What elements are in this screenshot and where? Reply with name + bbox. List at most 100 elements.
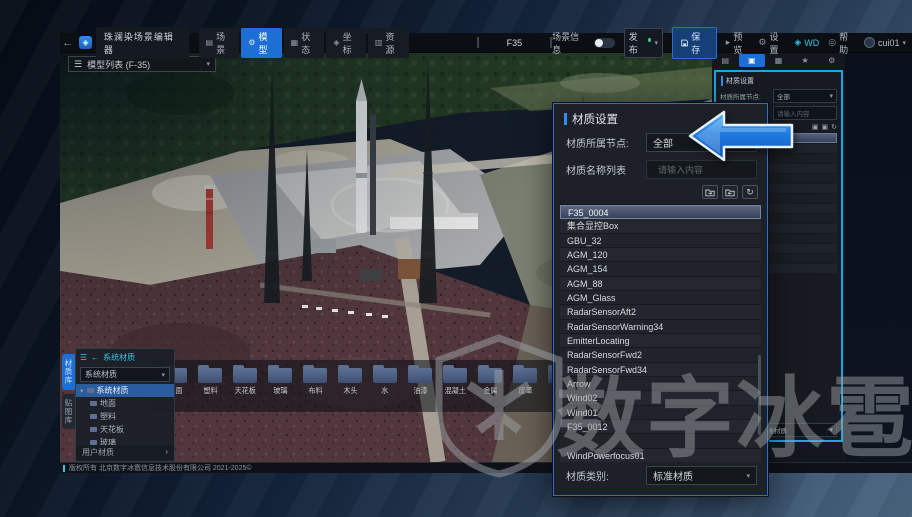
folder-icon [90,401,97,406]
material-list-item[interactable]: F35_0012 [560,420,761,434]
hamburger-icon[interactable]: ☰ [80,353,87,362]
material-list-item[interactable]: Wind01 [560,406,761,420]
folder-icon [373,368,397,383]
copyright-text: 版权所有 北京数字冰雹信息技术股份有限公司 2021-2025© [69,463,252,473]
tab-texture-library[interactable]: 贴图库 [62,394,75,430]
material-list-item[interactable]: RadarSensorFwd2 [560,348,761,362]
model-list-label: 模型列表 (F-35) [87,58,150,71]
tab-resources[interactable]: ▥资源 [368,28,409,58]
asset-folder[interactable]: 木头 [337,365,363,396]
status-dot [648,38,652,42]
tree-root-system-materials[interactable]: ▾ 系统材质 [76,384,174,397]
asset-folder[interactable]: 油漆 [407,365,433,396]
publish-dropdown[interactable]: 发布▾ [624,28,663,58]
material-list-item[interactable]: 集合显控Box [560,219,761,233]
export-icon[interactable]: ▣ [822,123,829,131]
app-logo-icon: ◈ [79,36,91,49]
folder-icon [268,368,292,383]
export-material-button[interactable] [722,185,738,199]
material-list-item[interactable]: AGM_Glass [560,291,761,305]
avatar [864,37,875,48]
asset-folder[interactable]: 皮革 [512,365,538,396]
tab-model[interactable]: ⚙模型 [241,28,281,58]
tree-item[interactable]: 天花板 [76,423,174,436]
collab-button[interactable]: ◈WD [794,37,819,48]
category-dropdown[interactable]: 标准材质▾ [757,423,837,437]
chevron-down-icon: ▾ [206,60,210,68]
refresh-button[interactable]: ↻ [742,185,758,199]
folder-icon [478,368,502,383]
divider [477,37,479,48]
tab-material-library[interactable]: 材质库 [62,354,75,390]
scene-info-toggle[interactable] [594,38,614,48]
panel-title: 材质设置 [564,111,618,127]
material-list-item[interactable]: Arrow [560,377,761,391]
tab-scene[interactable]: ▤场景 [199,28,240,58]
scrollbar[interactable] [758,355,761,435]
tree-item[interactable]: 塑料 [76,410,174,423]
node-dropdown[interactable]: 全部▾ [773,89,837,103]
library-header-title: 系统材质 [103,352,135,363]
refresh-icon[interactable]: ↻ [831,123,837,131]
chevron-right-icon: › [165,447,168,458]
folder-icon [513,368,537,383]
asset-folder[interactable]: 混凝土 [442,365,468,396]
tree-item[interactable]: 地面 [76,397,174,410]
folder-icon [303,368,327,383]
resources-icon: ▥ [375,38,383,47]
library-dropdown[interactable]: 系统材质 ▾ [80,367,170,382]
preview-icon: ▸ [726,37,731,48]
user-menu[interactable]: cui01▾ [864,37,906,48]
app-title: 珠澜染场景编辑器 [96,27,189,59]
export-icon [725,188,735,197]
chevron-down-icon: ▾ [902,39,906,47]
material-list-item[interactable] [560,434,761,448]
material-list-item[interactable]: AGM_154 [560,262,761,276]
material-list-item[interactable]: RadarSensorFwd34 [560,363,761,377]
user-materials-item[interactable]: 用户材质 › [76,445,174,460]
back-icon[interactable]: ← [91,353,99,362]
hamburger-icon: ☰ [74,59,82,70]
asset-folder[interactable]: 金属 [477,365,503,396]
back-icon[interactable]: ← [60,37,75,49]
material-list: F35_0004 集合显控Box GBU_32 AGM_120 AGM_154 … [560,204,761,462]
asset-folder[interactable]: 天花板 [232,365,258,396]
status-icon: ▦ [291,38,299,47]
folder-icon [90,414,97,419]
tab-coordinates[interactable]: ◈坐标 [326,28,365,58]
preview-button[interactable]: ▸预览 [726,30,750,56]
material-list-item[interactable]: EmitterLocating [560,334,761,348]
scene-info-label: 场景信息 [552,30,585,56]
search-input[interactable] [656,164,756,176]
category-dropdown[interactable]: 标准材质 ▾ [646,466,757,485]
folder-icon [90,427,97,432]
asset-folder[interactable]: 玻璃 [267,365,293,396]
accent-bar [564,113,567,125]
material-list-item[interactable]: AGM_120 [560,248,761,262]
asset-folder[interactable]: 布料 [302,365,328,396]
save-button[interactable]: 保存 [672,27,717,59]
chevron-down-icon: ▾ [654,39,658,47]
import-icon [705,188,715,197]
material-list-item[interactable]: WindPowerfocus01 [560,449,761,462]
material-list-item-selected[interactable]: F35_0004 [560,205,761,219]
scene-icon: ▤ [206,38,214,47]
save-icon [681,39,688,47]
node-label: 材质所属节点: [566,135,629,150]
material-list-item[interactable]: RadarSensorWarning34 [560,320,761,334]
chevron-down-icon: ▾ [161,371,165,379]
tab-status[interactable]: ▦状态 [284,28,325,58]
import-material-button[interactable] [702,185,718,199]
material-list-item[interactable]: Wind02 [560,391,761,405]
accent-bar [63,465,65,472]
material-list-item[interactable]: AGM_88 [560,277,761,291]
asset-folder[interactable]: 塑料 [197,365,223,396]
material-list-item[interactable]: GBU_32 [560,234,761,248]
asset-folder[interactable]: 水 [372,365,398,396]
folder-icon [198,368,222,383]
settings-button[interactable]: ⚙设置 [758,30,785,56]
material-list-item[interactable]: RadarSensorAft2 [560,305,761,319]
help-button[interactable]: ◎帮助 [828,30,855,56]
model-icon: ⚙ [248,38,255,47]
import-icon[interactable]: ▣ [812,123,819,131]
